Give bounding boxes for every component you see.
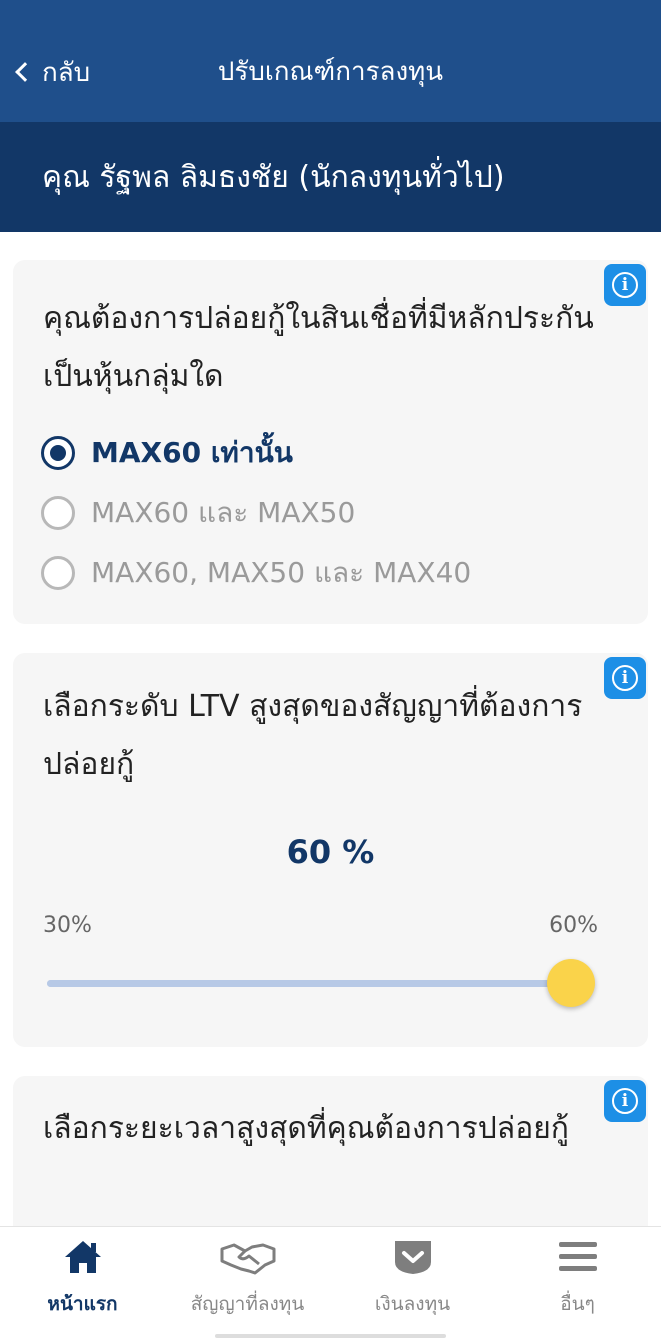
home-indicator — [215, 1334, 446, 1338]
tab-investment[interactable]: เงินลงทุน — [330, 1227, 495, 1327]
user-name: คุณ รัฐพล ลิมธงชัย (นักลงทุนทั่วไป) — [42, 160, 505, 195]
radio-selected[interactable] — [41, 436, 75, 470]
bottom-tab-bar: หน้าแรก สัญญาที่ลงทุน เงินลงทุน อื่นๆ — [0, 1226, 661, 1338]
home-icon — [63, 1239, 103, 1275]
info-icon: i — [612, 272, 638, 298]
page-title: ปรับเกณฑ์การลงทุน — [217, 57, 444, 87]
option-label: MAX60, MAX50 และ MAX40 — [91, 556, 472, 589]
info-button[interactable]: i — [604, 264, 646, 306]
option-label: MAX60 เท่านั้น — [91, 436, 293, 469]
info-icon: i — [612, 665, 638, 691]
ltv-question: เลือกระดับ LTV สูงสุดของสัญญาที่ต้องการป… — [43, 689, 583, 782]
tab-more[interactable]: อื่นๆ — [495, 1227, 660, 1327]
info-button[interactable]: i — [604, 1080, 646, 1122]
collateral-question: คุณต้องการปล่อยกู้ในสินเชื่อที่มีหลักประ… — [43, 301, 594, 394]
slider-track[interactable] — [47, 980, 571, 987]
collateral-option[interactable]: MAX60, MAX50 และ MAX40 — [41, 553, 471, 593]
wallet-icon — [392, 1239, 434, 1275]
slider-thumb[interactable] — [547, 959, 595, 1007]
slider-fill — [47, 980, 571, 987]
collateral-card: i คุณต้องการปล่อยกู้ในสินเชื่อที่มีหลักป… — [13, 260, 648, 624]
user-bar: คุณ รัฐพล ลิมธงชัย (นักลงทุนทั่วไป) — [0, 122, 661, 232]
tab-label: อื่นๆ — [560, 1293, 595, 1315]
radio-unselected[interactable] — [41, 496, 75, 530]
range-min-label: 30% — [43, 913, 92, 938]
top-header: กลับ ปรับเกณฑ์การลงทุน — [0, 0, 661, 122]
collateral-option[interactable]: MAX60 และ MAX50 — [41, 493, 355, 533]
option-label: MAX60 และ MAX50 — [91, 496, 356, 529]
collateral-option[interactable]: MAX60 เท่านั้น — [41, 433, 293, 473]
handshake-icon — [219, 1239, 277, 1275]
tab-label: เงินลงทุน — [374, 1293, 451, 1315]
menu-icon — [558, 1239, 598, 1275]
radio-unselected[interactable] — [41, 556, 75, 590]
tab-contracts[interactable]: สัญญาที่ลงทุน — [165, 1227, 330, 1327]
info-button[interactable]: i — [604, 657, 646, 699]
ltv-card: i เลือกระดับ LTV สูงสุดของสัญญาที่ต้องกา… — [13, 653, 648, 1047]
tab-label: สัญญาที่ลงทุน — [190, 1293, 305, 1315]
ltv-value: 60 % — [286, 833, 375, 871]
info-icon: i — [612, 1088, 638, 1114]
duration-question: เลือกระยะเวลาสูงสุดที่คุณต้องการปล่อยกู้ — [43, 1111, 569, 1146]
tab-home[interactable]: หน้าแรก — [0, 1227, 165, 1327]
range-max-label: 60% — [549, 913, 598, 938]
tab-label: หน้าแรก — [47, 1293, 118, 1315]
